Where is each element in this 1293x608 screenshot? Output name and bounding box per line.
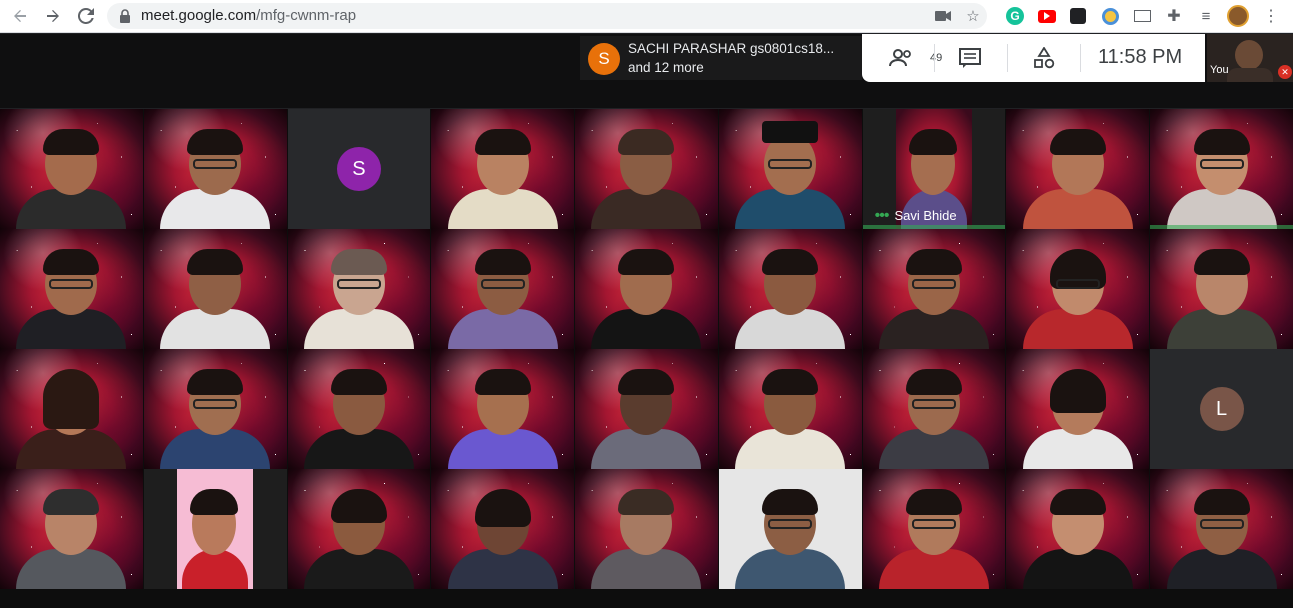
participant-tile[interactable]	[287, 349, 431, 469]
participant-tile[interactable]	[287, 469, 431, 589]
participant-tile[interactable]	[143, 349, 287, 469]
self-video-body	[1227, 68, 1273, 82]
self-view-tile[interactable]: You ✕	[1207, 34, 1293, 82]
people-icon	[889, 49, 911, 67]
participant-tile[interactable]	[575, 229, 718, 349]
mail-icon[interactable]	[1131, 5, 1153, 27]
grammarly-icon[interactable]: G	[1004, 5, 1026, 27]
self-label: You	[1210, 64, 1229, 76]
divider	[1080, 44, 1081, 72]
meeting-clock: 11:58 PM	[1098, 46, 1183, 68]
participant-tile[interactable]	[0, 109, 143, 229]
menu-icon[interactable]: ⋮	[1260, 5, 1282, 27]
timer-icon[interactable]	[1099, 5, 1121, 27]
participant-tile[interactable]	[575, 349, 718, 469]
participant-count: 49	[930, 52, 943, 64]
participant-tile[interactable]: ••• Savi Bhide	[862, 109, 1006, 229]
activities-button[interactable]	[1024, 42, 1064, 74]
divider	[934, 44, 935, 72]
reload-icon[interactable]	[74, 4, 98, 28]
participant-tile[interactable]	[0, 469, 143, 589]
media-icon[interactable]: ≡	[1195, 5, 1217, 27]
address-bar[interactable]: meet.google.com/mfg-cwnm-rap ☆	[107, 3, 987, 29]
notification-title: SACHI PARASHAR gs0801cs18...	[628, 41, 835, 56]
shapes-icon	[1034, 47, 1055, 69]
participant-tile[interactable]	[143, 109, 287, 229]
participant-tile[interactable]	[718, 109, 862, 229]
camera-blocked-icon[interactable]	[933, 6, 953, 26]
people-button[interactable]: 49	[882, 42, 942, 74]
participant-tile[interactable]	[718, 229, 862, 349]
participant-tile[interactable]	[575, 469, 718, 589]
participant-tile[interactable]	[575, 109, 718, 229]
bottom-bar	[0, 589, 1293, 608]
participant-tile[interactable]	[431, 469, 575, 589]
forward-icon[interactable]	[41, 4, 65, 28]
notification-subtitle: and 12 more	[628, 60, 704, 75]
meet-controls: 49 11:58 PM	[862, 34, 1205, 82]
participant-tile[interactable]	[0, 229, 143, 349]
participant-tile[interactable]	[143, 229, 287, 349]
url-path: /mfg-cwnm-rap	[256, 7, 357, 24]
participant-tile[interactable]	[1006, 349, 1150, 469]
star-icon[interactable]: ☆	[963, 6, 983, 26]
participant-tile[interactable]	[287, 229, 431, 349]
url-text: meet.google.com/mfg-cwnm-rap	[141, 7, 356, 24]
participant-tile[interactable]	[1006, 109, 1150, 229]
participant-tile[interactable]	[1006, 469, 1150, 589]
participant-grid: S ••• Savi Bhide L	[0, 109, 1293, 589]
mic-off-icon: ✕	[1278, 65, 1292, 79]
join-notification: S SACHI PARASHAR gs0801cs18... and 12 mo…	[580, 36, 862, 80]
participant-name-text: Savi Bhide	[894, 208, 957, 223]
participant-tile[interactable]	[862, 349, 1006, 469]
participant-tile[interactable]	[431, 109, 575, 229]
chat-button[interactable]	[950, 42, 990, 74]
extension-icon[interactable]	[1067, 5, 1089, 27]
participant-tile[interactable]	[1150, 229, 1293, 349]
browser-toolbar: meet.google.com/mfg-cwnm-rap ☆ G ✚ ≡ ⋮	[0, 0, 1293, 33]
participant-tile[interactable]	[431, 229, 575, 349]
participant-tile[interactable]	[431, 349, 575, 469]
lock-icon[interactable]	[119, 9, 133, 23]
participant-tile[interactable]	[1150, 469, 1293, 589]
participant-tile[interactable]	[1150, 109, 1293, 229]
participant-tile[interactable]	[718, 469, 862, 589]
participant-tile[interactable]	[1006, 229, 1150, 349]
participant-tile[interactable]	[862, 469, 1006, 589]
avatar: L	[1199, 387, 1244, 431]
participant-tile[interactable]	[718, 349, 862, 469]
back-icon[interactable]	[8, 4, 32, 28]
participant-tile[interactable]: L	[1150, 349, 1293, 469]
youtube-icon[interactable]	[1036, 5, 1058, 27]
divider	[1007, 44, 1008, 72]
profile-icon[interactable]	[1227, 5, 1249, 27]
puzzle-icon[interactable]: ✚	[1163, 5, 1185, 27]
participant-tile[interactable]	[862, 229, 1006, 349]
self-video	[1235, 40, 1263, 70]
chat-icon	[959, 48, 981, 68]
participant-tile[interactable]: S	[287, 109, 431, 229]
speaking-icon: •••	[874, 206, 890, 224]
participant-tile[interactable]	[0, 349, 143, 469]
participant-name: ••• Savi Bhide	[874, 206, 957, 224]
avatar: S	[336, 147, 381, 191]
avatar: S	[588, 43, 620, 75]
participant-tile[interactable]	[143, 469, 287, 589]
url-host: meet.google.com	[141, 7, 257, 24]
